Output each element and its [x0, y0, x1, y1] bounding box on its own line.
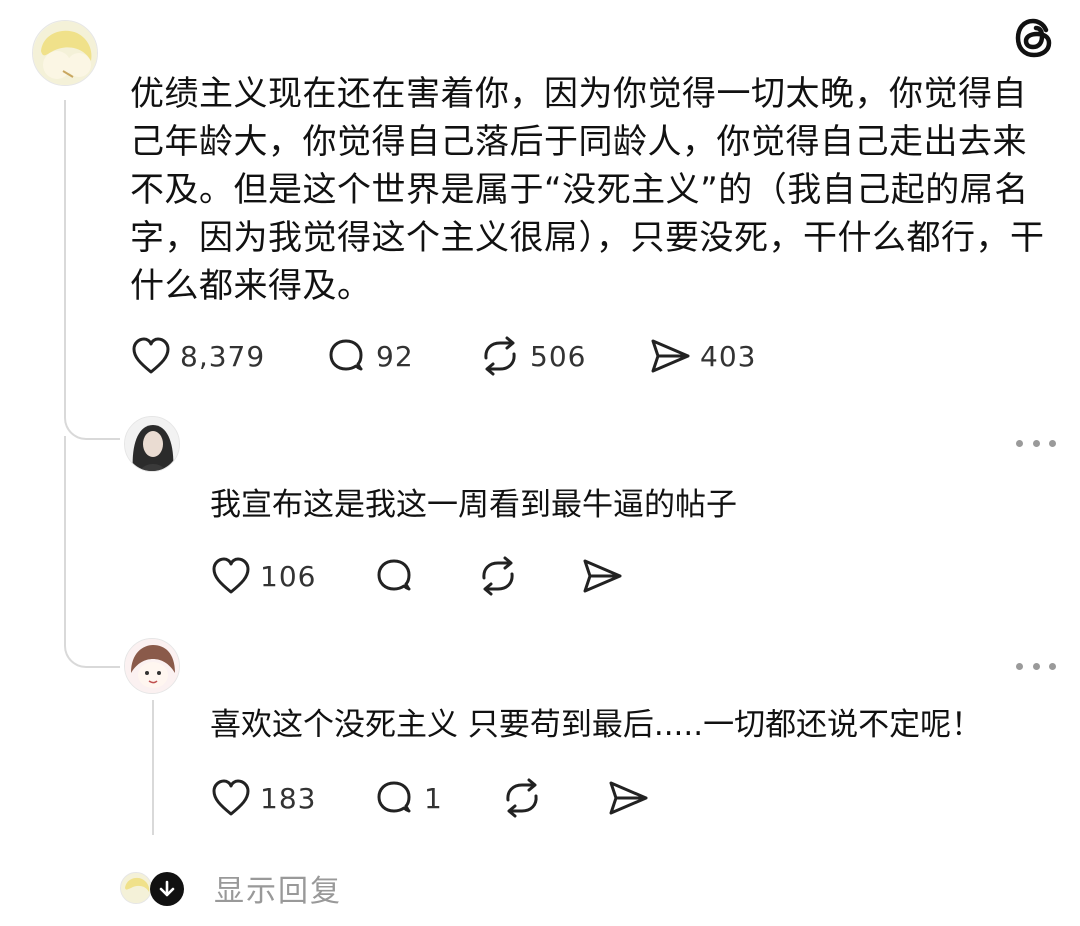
send-icon [651, 339, 690, 373]
post-body: 优绩主义现在还在害着你，因为你觉得一切太晚，你觉得自己年龄大，你觉得自己落后于同… [130, 74, 1045, 306]
reply-2-actions: 183 1 [210, 776, 650, 820]
comment-count: 1 [424, 781, 443, 815]
arrow-down-icon [159, 880, 175, 897]
repost-button[interactable]: 506 [478, 334, 586, 378]
more-dot [1016, 662, 1023, 670]
avatar-reply-2[interactable] [124, 638, 180, 694]
reply-1-actions: 106 [210, 554, 650, 598]
more-dot [1032, 662, 1040, 670]
send-icon [583, 559, 622, 593]
heart-icon [212, 557, 250, 594]
share-button[interactable] [580, 554, 624, 598]
like-count: 183 [260, 781, 317, 815]
send-icon [609, 781, 648, 815]
share-button[interactable]: 403 [648, 334, 756, 378]
repost-count: 506 [530, 339, 587, 373]
more-dot [1049, 439, 1056, 447]
thread-line-between-replies [64, 436, 66, 636]
like-button[interactable]: 106 [210, 554, 316, 598]
reply-2-body: 喜欢这个没死主义 只要苟到最后.....一切都还说不定呢！ [210, 707, 983, 743]
thread-line-reply-2 [152, 700, 154, 835]
threads-logo-icon[interactable] [1012, 16, 1056, 60]
comment-button[interactable] [374, 554, 416, 598]
repost-button[interactable] [500, 776, 544, 820]
heart-icon [212, 779, 250, 816]
like-count: 106 [260, 559, 317, 593]
comment-button[interactable]: 92 [326, 334, 414, 378]
comment-count: 92 [376, 339, 414, 373]
repost-button[interactable] [476, 554, 520, 598]
more-options-reply-1[interactable] [1016, 437, 1056, 449]
more-dot [1049, 662, 1056, 670]
comment-bubble-icon [377, 781, 411, 813]
thread-connector-reply-2 [64, 630, 120, 668]
like-count: 8,379 [180, 339, 266, 373]
post-actions: 8,379 92 506 403 [130, 334, 830, 378]
comment-bubble-icon [329, 339, 363, 371]
repost-icon [506, 778, 538, 818]
like-button[interactable]: 183 [210, 776, 316, 820]
comment-bubble-icon [377, 559, 411, 591]
more-dot [1032, 439, 1040, 447]
avatar-reply-1[interactable] [124, 416, 180, 472]
share-button[interactable] [606, 776, 650, 820]
reply-1-body: 我宣布这是我这一周看到最牛逼的帖子 [210, 487, 737, 523]
expand-replies-button[interactable] [150, 872, 184, 906]
like-button[interactable]: 8,379 [130, 334, 265, 378]
repost-icon [484, 336, 516, 376]
more-dot [1016, 439, 1023, 447]
more-options-reply-2[interactable] [1016, 660, 1056, 672]
show-replies-link[interactable]: 显示回复 [214, 866, 342, 910]
avatar-op[interactable] [32, 20, 98, 86]
thread-connector-reply-1 [64, 400, 120, 440]
share-count: 403 [700, 339, 757, 373]
heart-icon [132, 337, 170, 374]
comment-button[interactable]: 1 [374, 776, 443, 820]
repost-icon [482, 556, 514, 596]
avatar-small-op [120, 872, 152, 904]
thread-line-main [64, 100, 66, 410]
